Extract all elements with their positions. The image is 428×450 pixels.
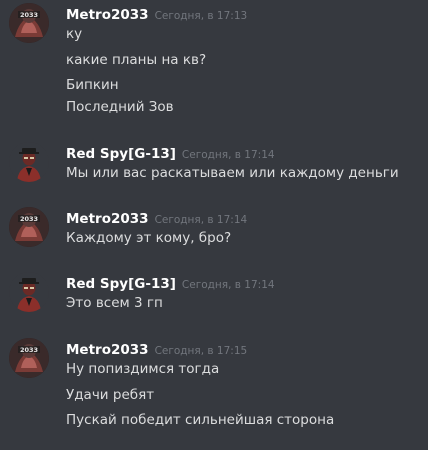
message-text: Пускай победит сильнейшая сторона (66, 412, 335, 428)
message-text: Последний Зов (66, 99, 174, 115)
timestamp: Сегодня, в 17:13 (154, 10, 248, 22)
avatar[interactable] (9, 272, 49, 312)
chat-messages: 2033 Metro2033 Сегодня, в 17:13 ку какие … (0, 0, 428, 450)
username[interactable]: Red Spy[G-13] (66, 146, 176, 162)
message-header: Metro2033 Сегодня, в 17:15 (66, 339, 247, 359)
message-text: ку (66, 26, 83, 42)
svg-text:2033: 2033 (20, 346, 38, 354)
username[interactable]: Red Spy[G-13] (66, 276, 176, 292)
message-header: Red Spy[G-13] Сегодня, в 17:14 (66, 273, 275, 293)
message-text: Каждому эт кому, бро? (66, 230, 232, 246)
metro-avatar-icon: 2033 (9, 338, 49, 378)
message-header: Red Spy[G-13] Сегодня, в 17:14 (66, 143, 275, 163)
message-text: Это всем 3 гп (66, 295, 163, 311)
message-header: Metro2033 Сегодня, в 17:14 (66, 208, 247, 228)
svg-text:2033: 2033 (20, 11, 38, 19)
message-text: Удачи ребят (66, 387, 155, 403)
timestamp: Сегодня, в 17:15 (154, 345, 248, 357)
username[interactable]: Metro2033 (66, 211, 149, 227)
svg-text:2033: 2033 (20, 215, 38, 223)
avatar[interactable]: 2033 (9, 3, 49, 43)
message-text: Бипкин (66, 77, 119, 93)
username[interactable]: Metro2033 (66, 342, 149, 358)
avatar[interactable]: 2033 (9, 207, 49, 247)
username[interactable]: Metro2033 (66, 7, 149, 23)
timestamp: Сегодня, в 17:14 (154, 214, 248, 226)
message-text: Мы или вас раскатываем или каждому деньг… (66, 165, 399, 181)
spy-avatar-icon (9, 142, 49, 182)
metro-avatar-icon: 2033 (9, 207, 49, 247)
metro-avatar-icon: 2033 (9, 3, 49, 43)
message-header: Metro2033 Сегодня, в 17:13 (66, 4, 247, 24)
timestamp: Сегодня, в 17:14 (181, 279, 275, 291)
message-text: какие планы на кв? (66, 52, 207, 68)
avatar[interactable]: 2033 (9, 338, 49, 378)
avatar[interactable] (9, 142, 49, 182)
spy-avatar-icon (9, 272, 49, 312)
message-text: Ну попиздимся тогда (66, 361, 220, 377)
timestamp: Сегодня, в 17:14 (181, 149, 275, 161)
